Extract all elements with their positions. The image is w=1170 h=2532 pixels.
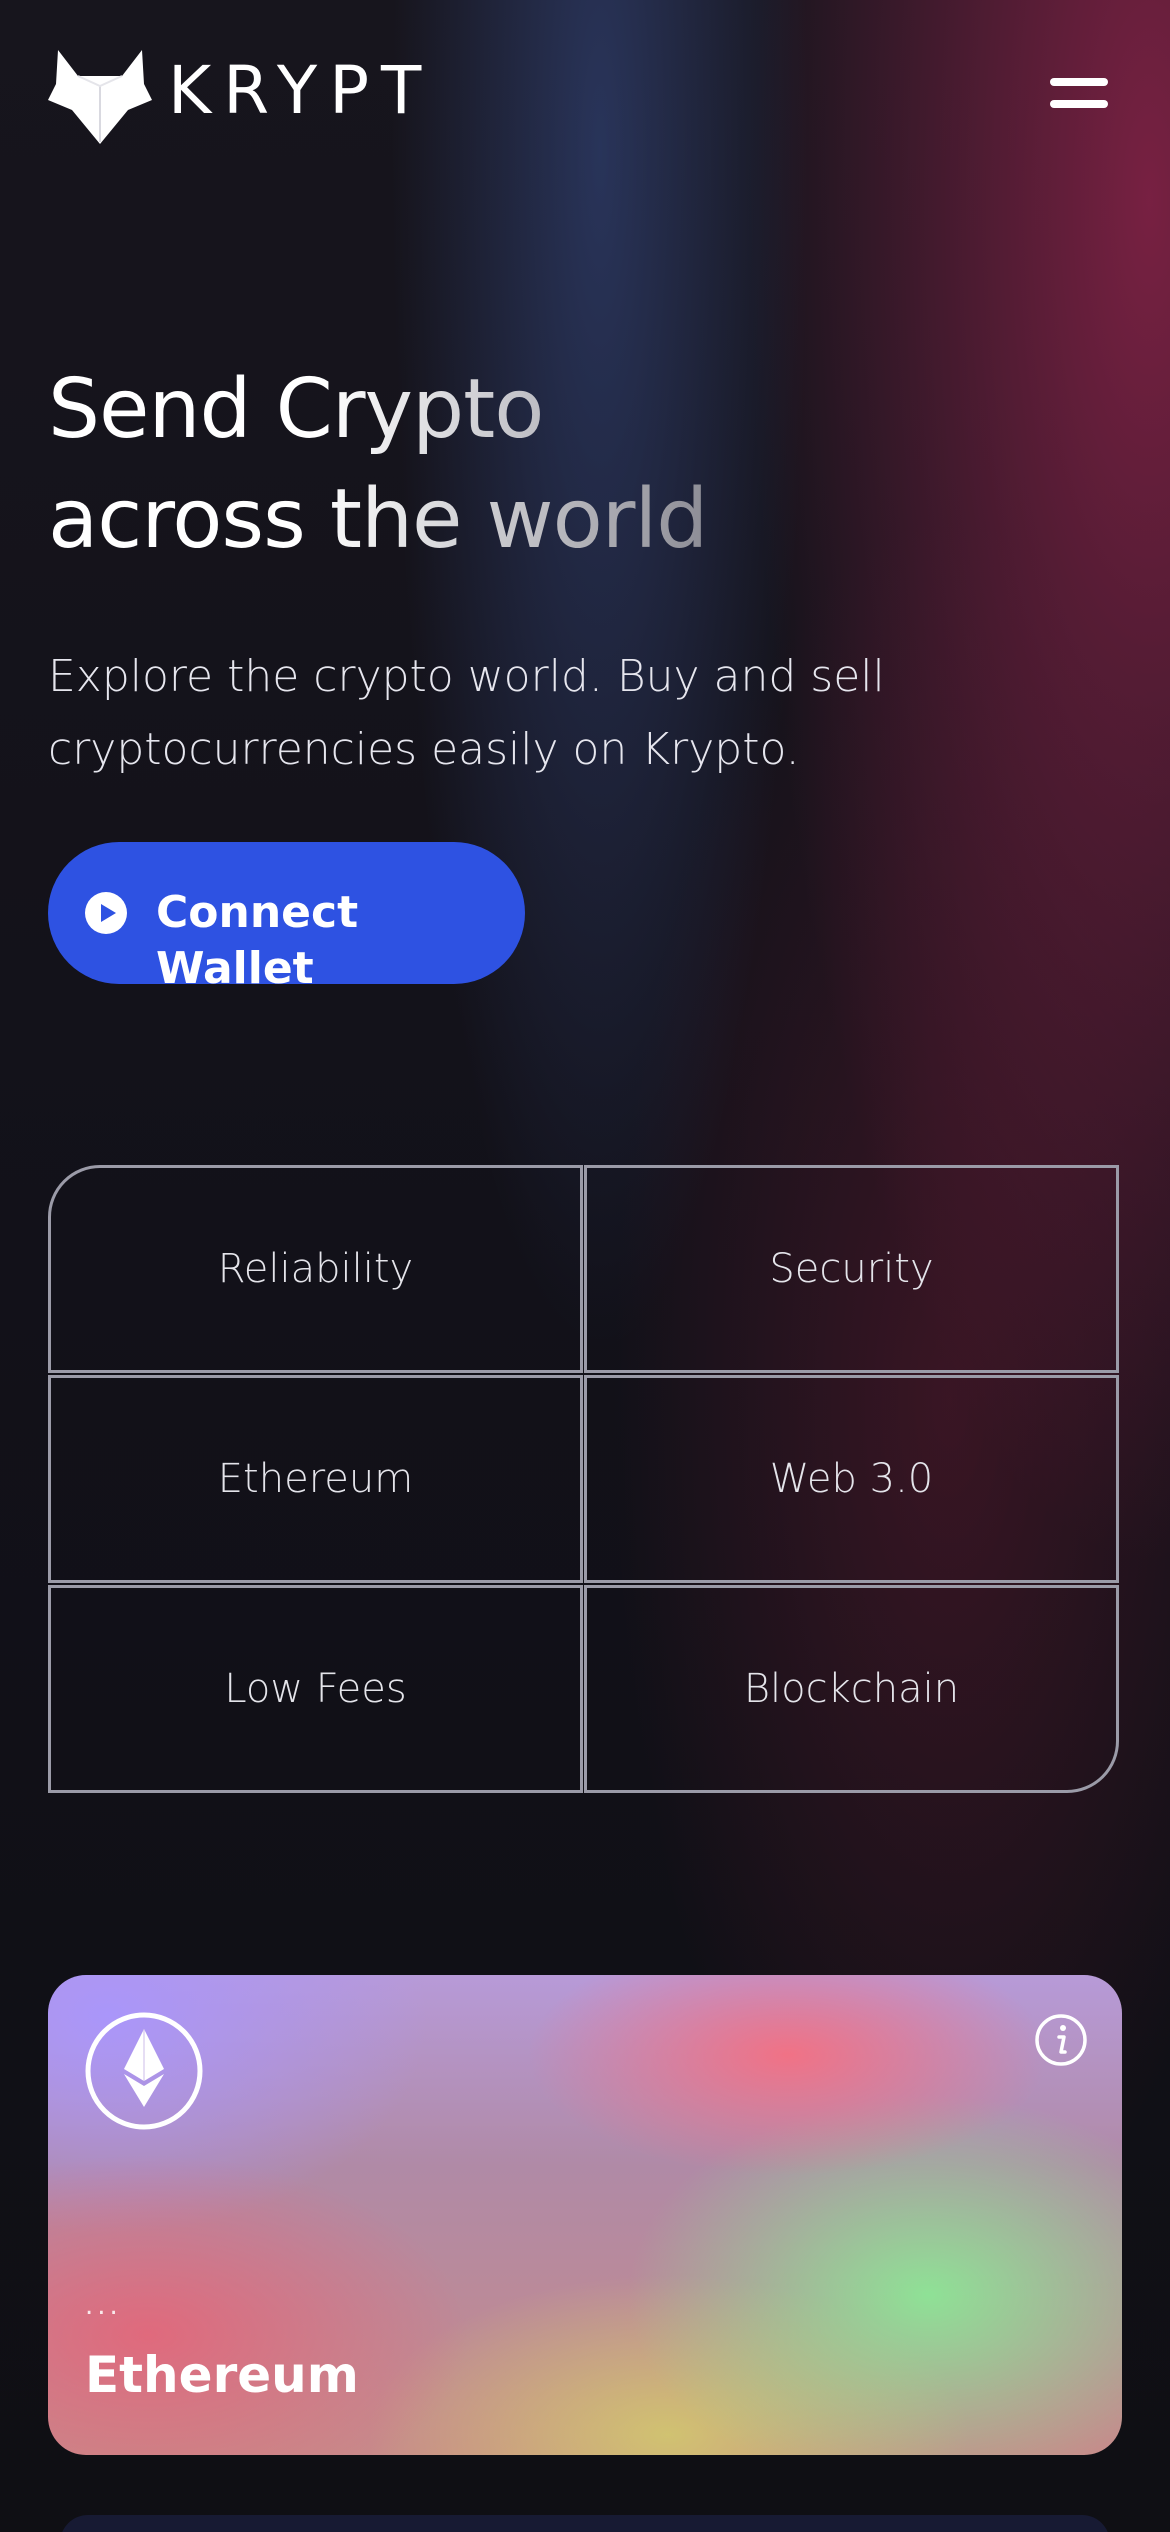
connect-wallet-label: Connect Wallet xyxy=(156,887,359,994)
brand-name[interactable]: KRYPT xyxy=(168,56,433,126)
hero-title: Send Crypto across the world xyxy=(48,355,1048,575)
feature-cell-low-fees: Low Fees xyxy=(48,1585,583,1793)
hamburger-menu-icon[interactable] xyxy=(1040,72,1114,116)
ethereum-card[interactable]: ... Ethereum xyxy=(48,1975,1122,2455)
hero-title-line-2: across the world xyxy=(48,465,708,575)
hero-title-line-1: Send Crypto xyxy=(48,355,544,465)
fox-head-icon[interactable] xyxy=(48,46,152,146)
play-circle-icon xyxy=(85,892,127,934)
feature-cell-web3: Web 3.0 xyxy=(584,1375,1119,1583)
card-currency-name: Ethereum xyxy=(85,2346,359,2404)
wallet-address: ... xyxy=(85,2291,122,2321)
feature-cell-ethereum: Ethereum xyxy=(48,1375,583,1583)
feature-cell-security: Security xyxy=(584,1165,1119,1373)
top-header: KRYPT xyxy=(0,0,1170,190)
hero-subtitle: Explore the crypto world. Buy and sell c… xyxy=(48,651,885,775)
feature-cell-blockchain: Blockchain xyxy=(584,1585,1119,1793)
feature-cell-reliability: Reliability xyxy=(48,1165,583,1373)
info-icon[interactable] xyxy=(1034,2013,1088,2067)
transaction-form-card xyxy=(60,2515,1110,2532)
connect-wallet-button[interactable]: Connect Wallet xyxy=(48,842,525,994)
menu-bar-bottom xyxy=(1050,100,1108,108)
menu-bar-top xyxy=(1050,78,1108,86)
features-grid: Reliability Security Ethereum Web 3.0 Lo… xyxy=(48,1165,1122,1794)
ethereum-icon xyxy=(85,2012,203,2130)
